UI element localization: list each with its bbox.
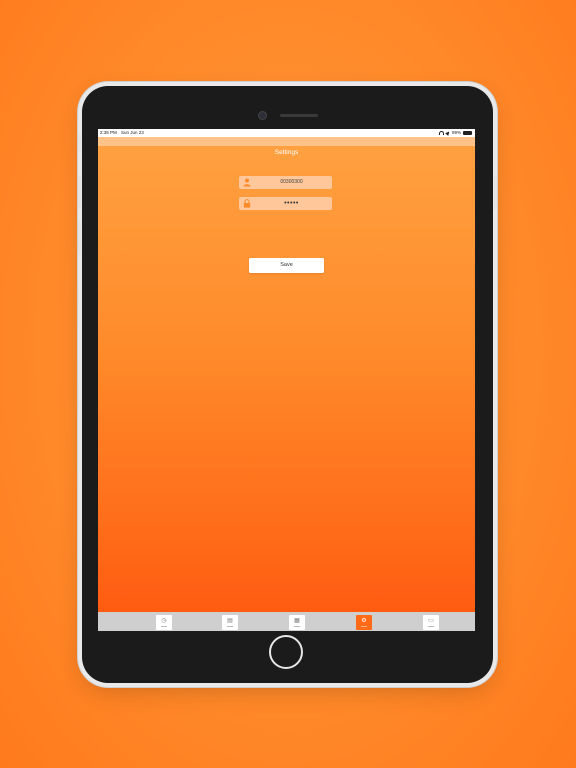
- battery-percent: 99%: [451, 130, 461, 135]
- tab-grid[interactable]: ▦: [289, 615, 305, 630]
- password-field[interactable]: •••••: [239, 197, 332, 210]
- side-button-top: [78, 133, 81, 151]
- wifi-icon: [438, 131, 444, 135]
- tab-label-line: [227, 626, 233, 627]
- tab-bar: ◷ ▤ ▦ ⚙ ▭: [98, 612, 475, 631]
- settings-content: Settings 00300300 ••••• Save: [98, 146, 475, 612]
- status-bar: 2:35 PM Sun Jun 23 99%: [98, 129, 475, 137]
- tab-clock[interactable]: ◷: [156, 615, 172, 630]
- lock-icon: [243, 199, 251, 208]
- grid-icon: ▦: [294, 618, 300, 624]
- tablet-device: 2:35 PM Sun Jun 23 99% Settings 00300300: [78, 86, 497, 683]
- tab-label-line: [428, 626, 434, 627]
- document-icon: ▤: [227, 618, 233, 624]
- front-camera: [259, 112, 266, 119]
- location-icon: [445, 130, 451, 136]
- username-value: 00300300: [280, 179, 303, 185]
- status-indicators: 99%: [438, 129, 472, 137]
- qr-icon: ▭: [428, 618, 434, 624]
- user-icon: [243, 178, 251, 187]
- app-screen: 2:35 PM Sun Jun 23 99% Settings 00300300: [98, 129, 475, 631]
- navigation-bar: [98, 137, 475, 146]
- volume-down-button: [78, 221, 81, 255]
- battery-icon: [463, 131, 472, 135]
- speaker-grille: [280, 114, 318, 117]
- tab-qr[interactable]: ▭: [423, 615, 439, 630]
- home-button[interactable]: [269, 635, 303, 669]
- username-field[interactable]: 00300300: [239, 176, 332, 189]
- tab-label-line: [294, 626, 300, 627]
- volume-up-button: [78, 175, 81, 209]
- page-title: Settings: [274, 149, 299, 156]
- settings-icon: ⚙: [361, 618, 367, 624]
- password-value: •••••: [284, 200, 299, 207]
- power-button: [494, 176, 497, 210]
- tab-document[interactable]: ▤: [222, 615, 238, 630]
- status-date: Sun Jun 23: [121, 130, 144, 135]
- tab-settings[interactable]: ⚙: [356, 615, 372, 630]
- tab-label-line: [361, 626, 367, 627]
- save-button[interactable]: Save: [249, 258, 324, 273]
- clock-icon: ◷: [161, 618, 167, 624]
- status-time: 2:35 PM: [100, 130, 117, 135]
- tab-label-line: [161, 626, 167, 627]
